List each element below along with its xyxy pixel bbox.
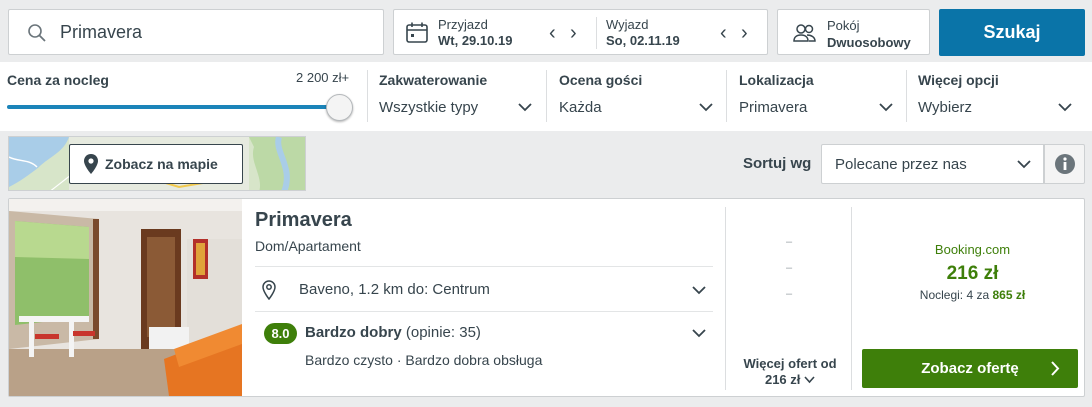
checkin-prev-arrow-icon[interactable]: ‹ — [549, 23, 556, 43]
filter-divider — [726, 70, 727, 122]
checkout-value[interactable]: So, 02.11.19 — [606, 33, 680, 48]
view-deal-label: Zobacz ofertę — [921, 360, 1019, 377]
column-divider — [725, 207, 726, 390]
room-label: Pokój — [827, 18, 860, 33]
location-pin-icon — [262, 280, 276, 305]
date-picker[interactable]: Przyjazd Wt, 29.10.19 ‹ › Wyjazd So, 02.… — [393, 9, 768, 55]
more-offers-line1: Więcej ofert od — [743, 356, 837, 371]
rating-summary[interactable]: Bardzo dobry (opinie: 35) — [305, 324, 481, 341]
placeholder-dash: – — [786, 236, 793, 248]
price-slider-handle[interactable] — [326, 94, 353, 121]
offer-provider: Booking.com — [934, 242, 1011, 257]
offer-nights: Noclegi: 4 za 865 zł — [860, 288, 1085, 302]
hotel-type: Dom/Apartament — [255, 238, 361, 254]
chevron-right-icon — [1050, 361, 1060, 380]
show-on-map-button[interactable]: Zobacz na mapie — [69, 144, 243, 184]
info-icon — [1055, 154, 1075, 174]
placeholder-dash: – — [786, 262, 793, 274]
price-slider-track[interactable] — [7, 105, 337, 109]
offer-nights-text: Noclegi: 4 za — [919, 288, 990, 302]
checkin-next-arrow-icon[interactable]: › — [570, 23, 577, 43]
hotel-name-link[interactable]: Primavera — [255, 209, 352, 232]
more-offers-line2: 216 zł — [731, 372, 849, 388]
location-filter-dropdown[interactable]: Primavera — [739, 99, 807, 116]
price-filter-title: Cena za nocleg — [7, 72, 109, 88]
chevron-down-icon[interactable] — [878, 101, 894, 113]
divider — [255, 266, 713, 267]
chevron-down-icon — [1017, 160, 1031, 169]
hotel-photo-graphic — [9, 199, 242, 396]
location-filter-title: Lokalizacja — [739, 72, 814, 88]
chevron-down-icon[interactable] — [691, 284, 707, 296]
chevron-down-icon — [804, 376, 815, 384]
price-filter-max: 2 200 zł+ — [296, 70, 350, 85]
guests-icon — [793, 23, 817, 48]
destination-search-input[interactable]: Primavera — [8, 9, 384, 55]
rating-filter-title: Ocena gości — [559, 72, 643, 88]
more-options-dropdown[interactable]: Wybierz — [918, 99, 972, 116]
rating-highlights: Bardzo czysto · Bardzo dobra obsługa — [305, 352, 543, 368]
search-icon — [27, 23, 47, 48]
more-options-filter-title: Więcej opcji — [918, 72, 999, 88]
room-selector[interactable]: Pokój Dwuosobowy — [777, 9, 930, 55]
rating-word: Bardzo dobry — [305, 324, 402, 341]
more-offers-button[interactable]: Więcej ofert od 216 zł — [731, 356, 849, 388]
sort-label: Sortuj wg — [743, 155, 812, 172]
divider — [255, 311, 713, 312]
filters-bar: Cena za nocleg 2 200 zł+ Zakwaterowanie … — [0, 62, 1092, 131]
calendar-icon — [406, 22, 428, 48]
column-divider — [851, 207, 852, 390]
filter-divider — [546, 70, 547, 122]
view-deal-button[interactable]: Zobacz ofertę — [862, 349, 1078, 388]
chevron-down-icon[interactable] — [698, 101, 714, 113]
chevron-down-icon[interactable] — [691, 327, 707, 339]
rating-score-badge: 8.0 — [264, 323, 297, 344]
map-pin-icon — [84, 154, 98, 179]
accommodation-filter-dropdown[interactable]: Wszystkie typy — [379, 99, 478, 116]
sort-dropdown[interactable]: Polecane przez nas — [821, 144, 1044, 184]
rating-reviews: (opinie: 35) — [405, 324, 481, 341]
checkout-next-arrow-icon[interactable]: › — [741, 23, 748, 43]
more-offers-price: 216 zł — [764, 372, 801, 387]
destination-value: Primavera — [60, 22, 143, 42]
result-card: Primavera Dom/Apartament Baveno, 1.2 km … — [8, 198, 1085, 397]
search-button[interactable]: Szukaj — [939, 9, 1085, 56]
sort-value: Polecane przez nas — [835, 156, 967, 173]
sort-info-button[interactable] — [1044, 144, 1085, 184]
offer-price: 216 zł — [946, 263, 999, 284]
checkout-label: Wyjazd — [606, 17, 649, 32]
checkin-label: Przyjazd — [438, 17, 488, 32]
filter-divider — [367, 70, 368, 122]
chevron-down-icon[interactable] — [517, 101, 533, 113]
chevron-down-icon[interactable] — [1057, 101, 1073, 113]
hotel-photo[interactable] — [9, 199, 242, 396]
search-bar: Primavera Przyjazd Wt, 29.10.19 ‹ › Wyja… — [0, 0, 1092, 62]
accommodation-filter-title: Zakwaterowanie — [379, 72, 488, 88]
offer-nights-total: 865 zł — [992, 288, 1026, 302]
placeholder-dash: – — [786, 288, 793, 300]
filter-divider — [906, 70, 907, 122]
hotel-location[interactable]: Baveno, 1.2 km do: Centrum — [299, 281, 490, 298]
room-value: Dwuosobowy — [827, 35, 911, 50]
rating-filter-dropdown[interactable]: Każda — [559, 99, 602, 116]
show-on-map-label: Zobacz na mapie — [105, 156, 218, 172]
date-separator — [596, 17, 597, 49]
checkout-prev-arrow-icon[interactable]: ‹ — [720, 23, 727, 43]
checkin-value[interactable]: Wt, 29.10.19 — [438, 33, 512, 48]
